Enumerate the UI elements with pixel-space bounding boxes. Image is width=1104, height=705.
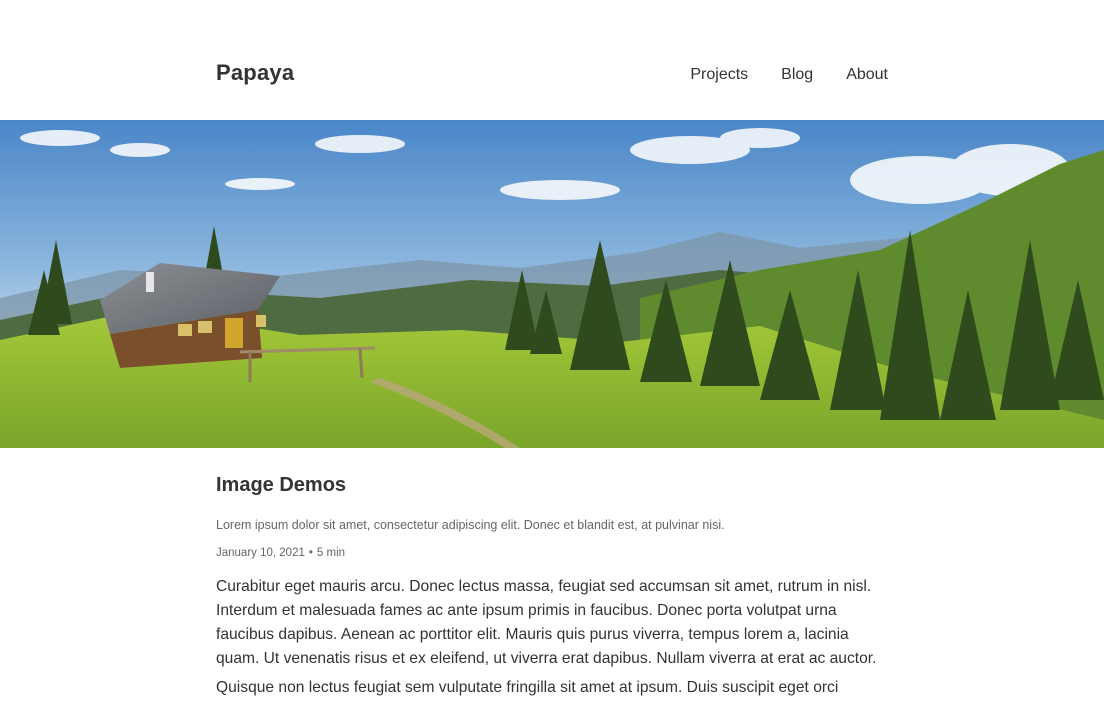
read-time: 5 min [316, 547, 346, 559]
main-nav: Projects Blog About [690, 66, 888, 84]
nav-link-about[interactable]: About [846, 66, 888, 84]
post-date: January 10, 2021 [216, 547, 305, 559]
nav-link-blog[interactable]: Blog [781, 66, 813, 84]
site-header: Papaya Projects Blog About [0, 0, 1104, 120]
post-paragraph: Quisque non lectus feugiat sem vulputate… [216, 679, 839, 696]
post-meta: January 10, 2021 • 5 min [216, 545, 888, 561]
post-description: Lorem ipsum dolor sit amet, consectetur … [216, 518, 725, 532]
hero-image [0, 120, 1104, 448]
post-title: Image Demos [216, 474, 347, 496]
post-body: Curabitur eget mauris arcu. Donec lectus… [216, 575, 888, 700]
post-content: Image Demos Lorem ipsum dolor sit amet, … [216, 470, 888, 700]
meta-separator: • [308, 547, 313, 559]
site-brand-link[interactable]: Papaya [216, 60, 294, 86]
nav-link-projects[interactable]: Projects [690, 66, 748, 84]
post-paragraph: Curabitur eget mauris arcu. Donec lectus… [216, 578, 877, 667]
